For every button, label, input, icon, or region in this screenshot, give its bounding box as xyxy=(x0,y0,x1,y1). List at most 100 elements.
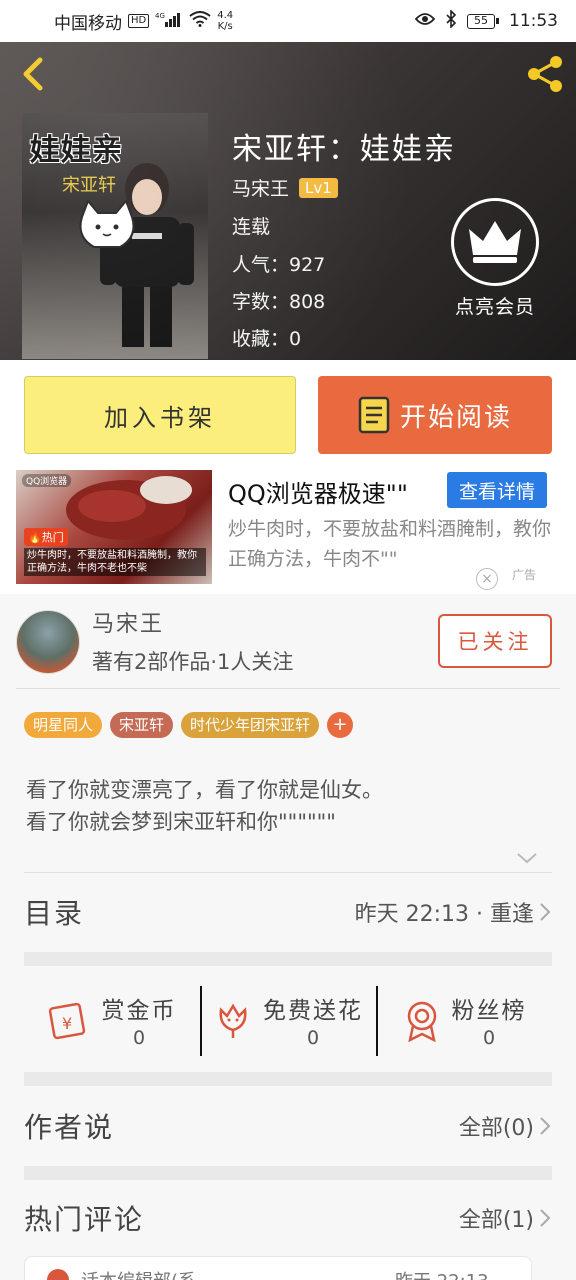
chevron-right-icon xyxy=(540,903,551,921)
expand-chevron-icon[interactable] xyxy=(516,850,538,869)
cover-subtitle: 宋亚轩 xyxy=(62,175,116,196)
book-popularity: 人气：927 xyxy=(232,254,326,276)
flower-icon xyxy=(219,1003,247,1038)
chevron-left-icon xyxy=(23,57,43,91)
stat-label: 免费送花 xyxy=(263,998,363,1024)
author-avatar[interactable] xyxy=(16,610,80,674)
reward-coins-button[interactable]: ¥ 赏金币 0 xyxy=(24,972,200,1068)
battery-level: 55 xyxy=(467,13,495,29)
hot-comments-count: 全部(1) xyxy=(458,1208,534,1233)
speed-unit: K/s xyxy=(217,21,233,32)
ad-thumb-caption: 炒牛肉时，不要放盐和料酒腌制，教你正确方法，牛肉不老也不柴 xyxy=(24,548,206,576)
ad-title[interactable]: QQ浏览器极速"" xyxy=(228,474,408,509)
author-says-row[interactable]: 作者说 全部(0) xyxy=(24,1090,552,1162)
status-left: 中国移动 HD 4G 4.4 K/s xyxy=(54,9,233,34)
toc-latest: 昨天 22:13 · 重逢 xyxy=(355,896,552,928)
ad-banner[interactable]: QQ浏览器 🔥热门 炒牛肉时，不要放盐和料酒腌制，教你正确方法，牛肉不老也不柴 … xyxy=(0,470,576,594)
details-section: 马宋王 著有2部作品·1人关注 已关注 明星同人 宋亚轩 时代少年团宋亚轩 + … xyxy=(0,594,576,1280)
stat-value: 0 xyxy=(132,1027,146,1049)
author-says-count: 全部(0) xyxy=(458,1116,534,1141)
eye-icon xyxy=(414,11,436,31)
carrier-label: 中国移动 xyxy=(54,13,122,34)
tag-item[interactable]: 明星同人 xyxy=(24,712,103,738)
speed-value: 4.4 xyxy=(217,10,234,21)
hot-comments-all: 全部(1) xyxy=(459,1202,552,1234)
comment-card[interactable]: 话本编辑部(系 昨天 22:13 xyxy=(24,1256,532,1280)
toc-row[interactable]: 目录 昨天 22:13 · 重逢 xyxy=(24,876,552,948)
status-right: 55 11:53 xyxy=(414,8,558,33)
intro-line: 看了你就变漂亮了，看了你就是仙女。 xyxy=(26,778,383,802)
back-button[interactable] xyxy=(14,52,54,96)
vip-button[interactable]: 点亮会员 xyxy=(450,198,540,319)
support-row: ¥ 赏金币 0 免费送花 0 粉丝榜 0 xyxy=(24,972,552,1068)
screen: 中国移动 HD 4G 4.4 K/s 55 11:53 娃娃亲 宋亚轩 宋亚轩：… xyxy=(0,0,576,1280)
commenter-avatar xyxy=(47,1269,69,1280)
author-row[interactable]: 马宋王 Lv1 xyxy=(232,174,338,201)
hot-comments-row[interactable]: 热门评论 全部(1) xyxy=(24,1182,552,1254)
ad-thumbnail[interactable]: QQ浏览器 🔥热门 炒牛肉时，不要放盐和料酒腌制，教你正确方法，牛肉不老也不柴 xyxy=(16,470,212,584)
book-favorites: 收藏：0 xyxy=(232,328,302,350)
ad-source-label: QQ浏览器 xyxy=(22,474,72,487)
send-flower-button[interactable]: 免费送花 0 xyxy=(200,972,376,1068)
ad-close-icon[interactable]: × xyxy=(476,568,498,590)
tag-item[interactable]: 时代少年团宋亚轩 xyxy=(181,712,320,738)
red-envelope-icon: ¥ xyxy=(48,1002,85,1040)
section-gap xyxy=(24,1072,552,1086)
add-to-shelf-button[interactable]: 加入书架 xyxy=(24,376,296,454)
intro-line: 看了你就会梦到宋亚轩和你"""""" xyxy=(26,810,336,834)
author-info-name[interactable]: 马宋王 xyxy=(92,606,164,638)
author-name[interactable]: 马宋王 xyxy=(232,174,289,201)
crown-icon xyxy=(451,198,539,286)
book-cover[interactable]: 娃娃亲 宋亚轩 xyxy=(22,113,208,359)
stat-value: 0 xyxy=(306,1027,320,1049)
stat-value: 0 xyxy=(482,1027,496,1049)
ad-description[interactable]: 炒牛肉时，不要放盐和料酒腌制，教你正确方法，牛肉不"" xyxy=(228,514,558,574)
start-reading-label: 开始阅读 xyxy=(399,402,512,433)
action-bar: 加入书架 开始阅读 xyxy=(0,360,576,470)
ad-hot-badge: 🔥热门 xyxy=(24,528,68,546)
tag-list: 明星同人 宋亚轩 时代少年团宋亚轩 + xyxy=(24,712,354,738)
stat-label: 赏金币 xyxy=(101,998,177,1024)
author-says-all: 全部(0) xyxy=(459,1110,552,1142)
book-title: 宋亚轩：娃娃亲 xyxy=(232,132,456,167)
author-info-stats: 著有2部作品·1人关注 xyxy=(92,650,294,674)
author-says-title: 作者说 xyxy=(24,1111,115,1144)
ad-detail-button[interactable]: 查看详情 xyxy=(447,472,547,508)
bluetooth-icon xyxy=(445,8,457,33)
status-bar: 中国移动 HD 4G 4.4 K/s 55 11:53 xyxy=(0,0,576,42)
commenter-name: 话本编辑部(系 xyxy=(81,1267,196,1280)
book-status: 连载 xyxy=(232,216,271,238)
book-header: 娃娃亲 宋亚轩 宋亚轩：娃娃亲 马宋王 Lv1 连载 人气：927 字数：808… xyxy=(0,42,576,360)
network-type: 4G xyxy=(155,12,165,20)
chevron-right-icon xyxy=(540,1209,551,1227)
wifi-icon xyxy=(189,10,211,32)
toc-latest-chapter: 昨天 22:13 · 重逢 xyxy=(354,902,534,927)
start-reading-button[interactable]: 开始阅读 xyxy=(318,376,552,454)
divider xyxy=(16,688,560,689)
book-icon xyxy=(358,396,390,434)
toc-title: 目录 xyxy=(24,897,85,930)
comment-time: 昨天 22:13 xyxy=(395,1267,489,1280)
share-icon xyxy=(528,56,562,92)
clock: 11:53 xyxy=(509,11,558,31)
book-intro[interactable]: 看了你就变漂亮了，看了你就是仙女。 看了你就会梦到宋亚轩和你"""""" xyxy=(26,774,546,838)
chevron-right-icon xyxy=(540,1117,551,1135)
hd-badge: HD xyxy=(128,14,150,28)
follow-button[interactable]: 已关注 xyxy=(438,614,552,668)
section-gap xyxy=(24,1166,552,1180)
book-word-count: 字数：808 xyxy=(232,291,326,313)
signal-icon: 4G xyxy=(155,11,183,32)
ad-tag: 广告 xyxy=(512,568,537,582)
section-gap xyxy=(24,952,552,966)
vip-label: 点亮会员 xyxy=(454,296,535,318)
add-tag-button[interactable]: + xyxy=(327,712,354,738)
battery-icon: 55 xyxy=(467,13,499,29)
tag-item[interactable]: 宋亚轩 xyxy=(110,712,174,738)
share-button[interactable] xyxy=(524,54,566,94)
fan-ranking-button[interactable]: 粉丝榜 0 xyxy=(376,972,552,1068)
stat-label: 粉丝榜 xyxy=(451,998,527,1024)
medal-icon xyxy=(407,1001,436,1042)
hot-comments-title: 热门评论 xyxy=(24,1203,145,1236)
cover-title: 娃娃亲 xyxy=(30,133,123,168)
svg-text:¥: ¥ xyxy=(62,1014,72,1033)
